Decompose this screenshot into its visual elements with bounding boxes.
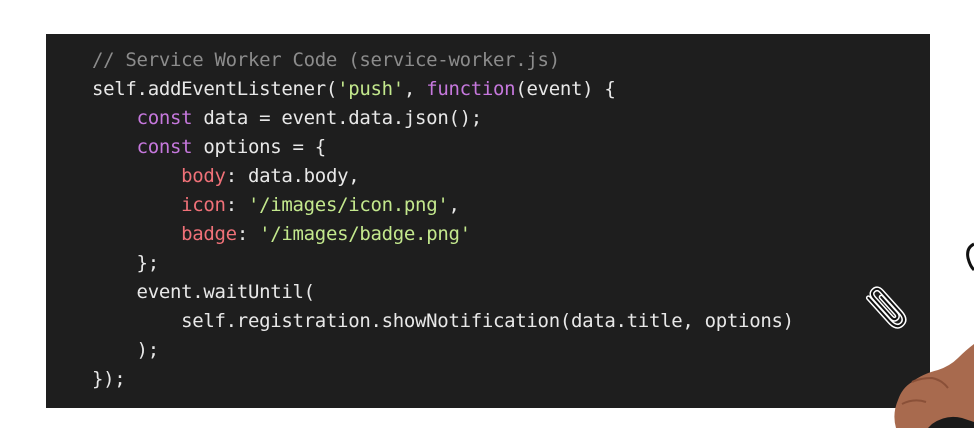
code-block: // Service Worker Code (service-worker.j… xyxy=(92,46,794,394)
code-token-prop: icon xyxy=(181,194,226,216)
code-token-kw: const xyxy=(136,136,193,158)
code-line: }); xyxy=(92,365,794,394)
code-line: const options = { xyxy=(92,133,794,162)
code-token-kw: function xyxy=(426,78,516,100)
code-token-plain: options = { xyxy=(192,136,326,158)
code-token-str: 'push' xyxy=(337,78,404,100)
code-line: event.waitUntil( xyxy=(92,278,794,307)
code-line: icon: '/images/icon.png', xyxy=(92,191,794,220)
code-line: ); xyxy=(92,336,794,365)
code-line: self.addEventListener('push', function(e… xyxy=(92,75,794,104)
code-token-plain: self.registration.showNotification(data.… xyxy=(92,310,794,332)
code-token-prop: body xyxy=(181,165,226,187)
code-token-plain: self.addEventListener( xyxy=(92,78,338,100)
code-token-plain: ); xyxy=(92,339,160,361)
code-token-plain: : data.body, xyxy=(225,165,360,187)
code-line: self.registration.showNotification(data.… xyxy=(92,307,794,336)
code-token-plain: }); xyxy=(92,368,126,390)
code-token-kw: const xyxy=(136,107,193,129)
code-line: }; xyxy=(92,249,794,278)
code-token-plain: , xyxy=(403,78,427,100)
presenter-hand xyxy=(894,344,974,428)
code-token-plain: data = event.data.json(); xyxy=(192,107,482,129)
code-token-plain: (event) { xyxy=(515,78,616,100)
code-token-plain: : xyxy=(225,194,248,216)
edge-fragment xyxy=(966,242,974,272)
code-token-str: '/images/icon.png' xyxy=(247,194,449,216)
code-line: // Service Worker Code (service-worker.j… xyxy=(92,46,794,75)
code-token-prop: badge xyxy=(181,223,237,245)
code-token-plain: : xyxy=(236,223,260,245)
code-line: body: data.body, xyxy=(92,162,794,191)
code-token-plain: , xyxy=(448,194,460,216)
code-panel: // Service Worker Code (service-worker.j… xyxy=(46,34,930,408)
code-token-comment: // Service Worker Code (service-worker.j… xyxy=(92,49,560,71)
code-token-plain: }; xyxy=(92,252,160,274)
paperclip-icon xyxy=(865,286,907,329)
code-token-str: '/images/badge.png' xyxy=(259,223,471,245)
code-line: badge: '/images/badge.png' xyxy=(92,220,794,249)
code-token-plain: event.waitUntil( xyxy=(92,281,316,303)
code-line: const data = event.data.json(); xyxy=(92,104,794,133)
